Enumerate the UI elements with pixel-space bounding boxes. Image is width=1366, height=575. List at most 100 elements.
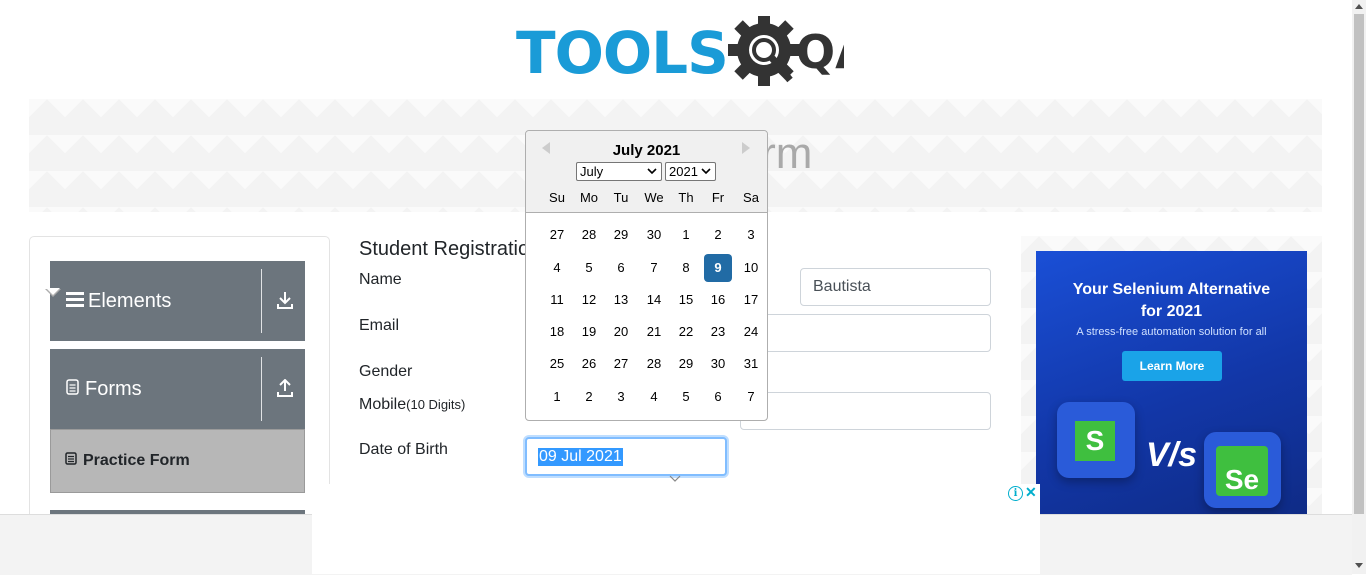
calendar-day[interactable]: 15 xyxy=(672,286,700,314)
dob-label: Date of Birth xyxy=(359,441,448,458)
chevron-down-icon xyxy=(701,168,711,175)
calendar-day[interactable]: 6 xyxy=(607,254,635,282)
calendar-day[interactable]: 2 xyxy=(575,383,603,411)
month-select-value: July xyxy=(580,164,604,179)
selenium-alternative-ad[interactable]: Your Selenium Alternative for 2021 A str… xyxy=(1036,251,1307,514)
year-select[interactable]: 2021 xyxy=(665,162,716,181)
calendar-day[interactable]: 18 xyxy=(543,318,571,346)
bottom-ad-frame[interactable] xyxy=(312,484,1040,574)
calendar-day[interactable]: 3 xyxy=(737,221,765,249)
dob-input[interactable]: 09 Jul 2021 xyxy=(525,437,727,482)
logo-tools-text: TOOLS xyxy=(516,19,729,87)
weekday-label: We xyxy=(644,190,664,205)
calendar-day[interactable]: 8 xyxy=(672,254,700,282)
calendar-day[interactable]: 30 xyxy=(640,221,668,249)
calendar-day[interactable]: 30 xyxy=(704,350,732,378)
sidebar-item-label: Practice Form xyxy=(83,452,190,469)
calendar-day[interactable]: 19 xyxy=(575,318,603,346)
scroll-up-arrow-icon[interactable] xyxy=(1355,4,1363,9)
calendar-day-selected[interactable]: 9 xyxy=(704,254,732,282)
learn-more-button[interactable]: Learn More xyxy=(1122,351,1222,381)
calendar-day[interactable]: 1 xyxy=(672,221,700,249)
logo-qa-text: QA xyxy=(796,25,844,79)
mobile-label-text: Mobile xyxy=(359,396,407,413)
calendar-day[interactable]: 29 xyxy=(672,350,700,378)
calendar-day[interactable]: 5 xyxy=(672,383,700,411)
weekday-label: Su xyxy=(549,190,565,205)
sidebar-item-practice-form[interactable]: Practice Form xyxy=(50,429,305,493)
calendar-day[interactable]: 21 xyxy=(640,318,668,346)
weekday-label: Sa xyxy=(743,190,759,205)
calendar-day[interactable]: 2 xyxy=(704,221,732,249)
ad-vs-text: V/s xyxy=(1146,436,1198,474)
calendar-day[interactable]: 20 xyxy=(607,318,635,346)
calendar-day[interactable]: 27 xyxy=(543,221,571,249)
ad-title-line2: for 2021 xyxy=(1140,303,1203,320)
ad-title: Your Selenium Alternative for 2021 xyxy=(1036,279,1307,323)
calendar-day[interactable]: 11 xyxy=(543,286,571,314)
weekday-label: Mo xyxy=(579,190,599,205)
calendar-day[interactable]: 24 xyxy=(737,318,765,346)
selenium-logo: Se xyxy=(1204,432,1281,508)
calendar-day[interactable]: 17 xyxy=(737,286,765,314)
calendar-day[interactable]: 22 xyxy=(672,318,700,346)
month-select[interactable]: July xyxy=(576,162,662,181)
calendar-day[interactable]: 26 xyxy=(575,350,603,378)
divider xyxy=(261,357,262,421)
year-select-value: 2021 xyxy=(669,164,698,179)
calendar-day[interactable]: 4 xyxy=(640,383,668,411)
sidebar-group-forms[interactable]: Forms xyxy=(50,349,305,429)
ad-left-logo-text: S xyxy=(1075,421,1115,461)
weekday-label: Fr xyxy=(711,190,725,205)
calendar-day[interactable]: 5 xyxy=(575,254,603,282)
calendar-day[interactable]: 1 xyxy=(543,383,571,411)
next-month-icon[interactable] xyxy=(742,142,750,154)
calendar-day[interactable]: 28 xyxy=(640,350,668,378)
calendar-day[interactable]: 14 xyxy=(640,286,668,314)
sidebar-group-label: Forms xyxy=(85,377,142,400)
download-arrow-icon[interactable] xyxy=(277,291,293,314)
calendar-day[interactable]: 23 xyxy=(704,318,732,346)
weekday-label: Tu xyxy=(613,190,629,205)
dob-value: 09 Jul 2021 xyxy=(538,447,623,466)
mobile-hint: (10 Digits) xyxy=(406,397,466,412)
divider xyxy=(261,269,262,333)
scrollbar-thumb[interactable] xyxy=(1354,14,1364,514)
calendar-day[interactable]: 13 xyxy=(607,286,635,314)
selenium-logo-text: Se xyxy=(1216,446,1268,496)
calendar-day[interactable]: 7 xyxy=(640,254,668,282)
calendar-day[interactable]: 12 xyxy=(575,286,603,314)
mobile-input[interactable] xyxy=(740,392,991,430)
gender-label: Gender xyxy=(359,363,413,380)
scroll-down-arrow-icon[interactable] xyxy=(1355,563,1363,568)
calendar-day[interactable]: 25 xyxy=(543,350,571,378)
sidebar: Elements Forms Practice Form xyxy=(29,236,330,530)
ad-close-icon[interactable]: ✕ xyxy=(1025,484,1037,501)
name-label: Name xyxy=(359,271,402,288)
calendar-day[interactable]: 31 xyxy=(737,350,765,378)
calendar-day[interactable]: 7 xyxy=(737,383,765,411)
logo-gear-magnifier-icon: QA xyxy=(727,16,844,86)
upload-arrow-icon[interactable] xyxy=(277,378,293,402)
calendar-day[interactable]: 16 xyxy=(704,286,732,314)
calendar-day[interactable]: 10 xyxy=(737,254,765,282)
calendar-day[interactable]: 6 xyxy=(704,383,732,411)
form-icon xyxy=(65,452,77,470)
document-icon xyxy=(66,378,79,401)
ad-info-icon[interactable]: i xyxy=(1008,486,1023,501)
mobile-label: Mobile(10 Digits) xyxy=(359,396,465,414)
email-label: Email xyxy=(359,317,400,334)
calendar-day[interactable]: 28 xyxy=(575,221,603,249)
calendar-day[interactable]: 29 xyxy=(607,221,635,249)
email-input[interactable] xyxy=(740,314,991,352)
calendar-day[interactable]: 4 xyxy=(543,254,571,282)
datepicker-pointer-inner xyxy=(46,288,60,295)
sidebar-group-elements[interactable]: Elements xyxy=(50,261,305,341)
last-name-input[interactable]: Bautista xyxy=(800,268,991,306)
calendar-day[interactable]: 27 xyxy=(607,350,635,378)
ad-title-line1: Your Selenium Alternative xyxy=(1072,281,1271,298)
toolsqa-logo[interactable]: TOOLS QA xyxy=(516,16,844,90)
ad-subtitle: A stress-free automation solution for al… xyxy=(1076,326,1267,338)
current-month-label: July 2021 xyxy=(612,142,681,159)
calendar-day[interactable]: 3 xyxy=(607,383,635,411)
